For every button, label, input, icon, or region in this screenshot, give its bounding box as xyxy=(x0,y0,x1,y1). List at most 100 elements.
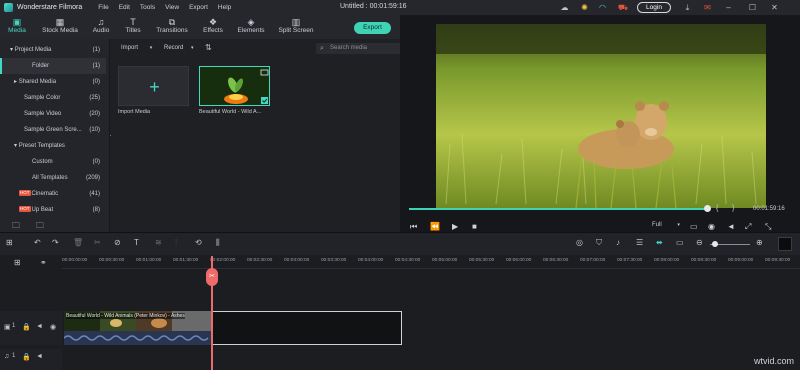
sort-icon[interactable]: ⇅ xyxy=(205,43,212,52)
delete-icon[interactable]: 🗑 xyxy=(73,238,83,247)
monitor-icon[interactable]: ▭ xyxy=(690,222,698,231)
record-dropdown[interactable]: Record ▾ xyxy=(164,43,194,54)
stop-icon[interactable]: ■ xyxy=(472,222,477,231)
add-track-icon[interactable]: ⊞ xyxy=(14,258,21,267)
tree-item-custom[interactable]: Custom (0) xyxy=(0,154,106,170)
playhead-scissor-handle[interactable]: ✂ xyxy=(206,268,218,286)
zoom-slider-handle[interactable] xyxy=(712,241,718,247)
audio-wave-icon[interactable]: ⫶ xyxy=(175,238,177,248)
media-folder-tree: ▾ Project Media (1) Folder (1) ▸ Shared … xyxy=(0,39,110,232)
close-icon[interactable]: ✕ xyxy=(770,3,779,12)
play-icon[interactable]: ▶ xyxy=(452,222,458,231)
menu-help[interactable]: Help xyxy=(218,4,231,11)
mute-icon[interactable]: ◄ xyxy=(36,323,43,330)
mixer-icon[interactable]: ☰ xyxy=(636,238,643,247)
tree-item-sample-video[interactable]: Sample Video (20) xyxy=(0,106,106,122)
tree-item-folder[interactable]: Folder (1) xyxy=(0,58,106,74)
eye-icon[interactable]: ◉ xyxy=(50,323,56,331)
mail-icon[interactable]: ✉ xyxy=(703,3,712,12)
link-icon[interactable]: ⚭ xyxy=(40,258,47,267)
frame-back-icon[interactable]: ⏪ xyxy=(430,222,440,231)
mark-out-button[interactable]: } xyxy=(732,205,734,212)
watermark: wtvid.com xyxy=(753,356,794,366)
mic-icon[interactable]: ♪ xyxy=(616,238,620,247)
media-clip-thumbnail[interactable] xyxy=(199,66,270,106)
text-icon[interactable]: T xyxy=(134,238,139,247)
resize-icon[interactable]: ⤡ xyxy=(765,222,771,232)
step-back-icon[interactable]: ⏮ xyxy=(410,222,417,232)
ruler-tick-label: 00:06:30:00 xyxy=(543,258,569,263)
preview-scrub-handle[interactable] xyxy=(704,205,711,212)
tab-stock-media[interactable]: ▦ Stock Media xyxy=(38,15,82,39)
redo-icon[interactable]: ↷ xyxy=(52,238,59,247)
tab-effects[interactable]: ❖ Effects xyxy=(198,15,228,39)
tree-item-shared-media[interactable]: ▸ Shared Media (0) xyxy=(0,74,106,90)
zoom-in-icon[interactable]: ⊕ xyxy=(756,238,763,247)
tree-item-all-templates[interactable]: All Templates (209) xyxy=(0,170,106,186)
lock-icon[interactable]: 🔒 xyxy=(22,353,31,361)
cloud-icon[interactable]: ☁ xyxy=(560,3,569,12)
timeline-video-clip[interactable]: Beautiful World - Wild Animals (Peter Mi… xyxy=(64,311,212,345)
import-dropdown[interactable]: Import ▾ xyxy=(121,43,152,54)
tree-item-sample-color[interactable]: Sample Color (25) xyxy=(0,90,106,106)
login-button[interactable]: Login xyxy=(637,2,671,13)
sun-icon[interactable]: ✺ xyxy=(580,3,589,12)
headset-icon[interactable]: ◠ xyxy=(598,3,607,12)
download-icon[interactable]: ⤓ xyxy=(683,3,692,12)
tree-item-label: Up Beat xyxy=(31,207,54,213)
tree-item-sample-green-screen[interactable]: Sample Green Scre... (10) xyxy=(0,122,106,138)
snap-icon[interactable]: ⬌ xyxy=(656,238,663,247)
tab-split-screen[interactable]: ▥ Split Screen xyxy=(276,15,316,39)
menu-export[interactable]: Export xyxy=(189,4,208,11)
cut-icon[interactable]: ✂ xyxy=(94,238,101,247)
zoom-out-icon[interactable]: ⊖ xyxy=(696,238,703,247)
ruler-tick-label: 00:00:00:00 xyxy=(62,258,88,263)
quality-dropdown[interactable]: Full ▾ xyxy=(652,222,680,228)
cart-icon[interactable]: ⛟ xyxy=(618,3,628,12)
shield-icon[interactable]: ⛉ xyxy=(596,238,602,248)
preview-progress-bar[interactable] xyxy=(409,208,707,210)
mute-icon[interactable]: ◄ xyxy=(36,353,43,360)
timeline-ruler[interactable]: 00:00:00:00 00:00:30:00 00:01:00:00 00:0… xyxy=(62,255,800,269)
tree-item-preset-templates[interactable]: ▾ Preset Templates xyxy=(0,138,106,154)
minimize-icon[interactable]: – xyxy=(724,3,733,12)
tag-icon[interactable]: ⊘ xyxy=(114,238,121,247)
menu-view[interactable]: View xyxy=(165,4,179,11)
undo-icon[interactable]: ↶ xyxy=(34,238,41,247)
tab-transitions[interactable]: ⧉ Transitions xyxy=(152,15,192,39)
tab-media[interactable]: ▣ Media xyxy=(4,15,30,39)
tree-item-label: Shared Media xyxy=(18,79,57,85)
tab-titles[interactable]: T Titles xyxy=(118,15,148,39)
color-swatch[interactable] xyxy=(778,237,792,251)
import-media-tile[interactable]: + xyxy=(118,66,189,106)
tree-item-cinematic[interactable]: HOT Cinematic (41) xyxy=(0,186,106,202)
mark-in-button[interactable]: { xyxy=(716,205,718,212)
lock-icon[interactable]: 🔒 xyxy=(22,323,31,331)
render-icon[interactable]: ◎ xyxy=(576,238,583,247)
tab-elements[interactable]: ◈ Elements xyxy=(234,15,268,39)
maximize-icon[interactable]: ☐ xyxy=(748,3,757,12)
split-icon[interactable]: ⫼ xyxy=(216,238,220,248)
subtitle-icon[interactable]: ▭ xyxy=(676,238,684,247)
tab-stock-media-label: Stock Media xyxy=(42,27,78,34)
menu-file[interactable]: File xyxy=(98,4,108,11)
tree-item-count: (1) xyxy=(92,63,100,69)
music-icon: ♫ xyxy=(4,353,10,360)
ruler-tick-label: 00:08:30:00 xyxy=(691,258,717,263)
layout-icon[interactable]: ⊞ xyxy=(6,238,13,247)
adjust-icon[interactable]: ≋ xyxy=(155,238,162,247)
tree-item-up-beat[interactable]: HOT Up Beat (8) xyxy=(0,202,106,218)
menu-tools[interactable]: Tools xyxy=(140,4,155,11)
music-icon: ♫ xyxy=(97,17,105,27)
export-button[interactable]: Export xyxy=(354,22,391,34)
volume-icon[interactable]: ◄ xyxy=(727,222,735,231)
speed-icon[interactable]: ⟲ xyxy=(195,238,202,247)
timeline-clip-selection[interactable] xyxy=(212,311,402,345)
media-icon: ▣ xyxy=(12,17,22,27)
tab-audio[interactable]: ♫ Audio xyxy=(86,15,116,39)
camera-icon[interactable]: ◉ xyxy=(708,222,715,231)
menu-edit[interactable]: Edit xyxy=(119,4,130,11)
tree-item-project-media[interactable]: ▾ Project Media (1) xyxy=(0,42,106,58)
fullscreen-icon[interactable]: ⤢ xyxy=(745,222,751,232)
tree-item-label: Sample Green Scre... xyxy=(24,127,82,133)
